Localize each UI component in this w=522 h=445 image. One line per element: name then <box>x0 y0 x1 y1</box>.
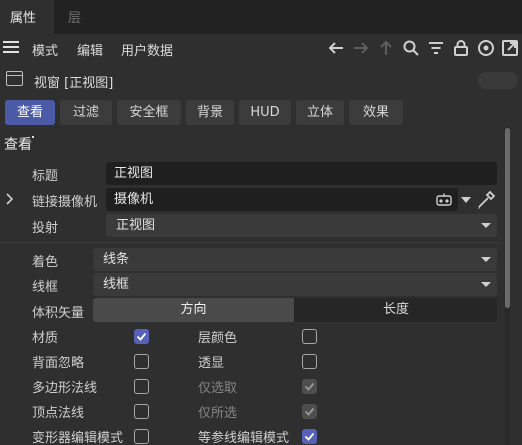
poly-normals-checkbox[interactable] <box>134 379 149 394</box>
volume-vector-length[interactable]: 长度 <box>295 298 497 322</box>
camera-link-value: 摄像机 <box>114 192 154 207</box>
xray-label: 透显 <box>198 356 225 371</box>
chevron-down-icon <box>481 257 491 262</box>
checkmark-icon <box>304 407 315 416</box>
volume-vector-direction[interactable]: 方向 <box>93 298 294 322</box>
wireframe-value: 线框 <box>103 277 130 292</box>
chevron-down-icon <box>481 282 491 287</box>
vertex-normals-label: 顶点法线 <box>32 406 85 421</box>
wireframe-label: 线框 <box>32 280 59 295</box>
projection-label: 投射 <box>32 221 59 236</box>
forward-arrow-icon[interactable] <box>352 39 370 57</box>
back-arrow-icon[interactable] <box>327 39 345 57</box>
tab-hud[interactable]: HUD <box>239 100 291 125</box>
vertex-normals-checkbox[interactable] <box>134 404 149 419</box>
title-field[interactable]: 正视图 <box>106 162 497 185</box>
projection-dropdown[interactable]: 正视图 <box>106 214 497 237</box>
tab-stereo[interactable]: 立体 <box>296 100 344 125</box>
camera-object-icon <box>436 193 452 206</box>
panel-tab-bar: 属性 层 <box>0 0 522 34</box>
menu-bar: 模式 编辑 用户数据 <box>0 34 522 62</box>
tab-background[interactable]: 背景 <box>186 100 234 125</box>
object-header: 视窗 [正视图] <box>0 66 522 94</box>
camera-label: 链接摄像机 <box>32 195 98 210</box>
camera-dropdown-icon[interactable] <box>461 197 471 203</box>
shading-label: 着色 <box>32 255 59 270</box>
only-selected-checkbox <box>302 379 317 394</box>
lock-icon[interactable] <box>452 39 470 57</box>
menu-user-data[interactable]: 用户数据 <box>121 40 173 59</box>
chevron-down-icon <box>481 223 491 228</box>
poly-normals-label: 多边形法线 <box>32 381 98 396</box>
checkmark-icon <box>304 432 315 441</box>
only-selected2-label: 仅所选 <box>198 406 238 421</box>
volume-vector-label: 体积矢量 <box>32 306 85 321</box>
only-selected-label: 仅选取 <box>198 381 238 396</box>
menu-edit[interactable]: 编辑 <box>77 40 103 59</box>
shading-value: 线条 <box>103 252 130 267</box>
deformer-edit-label: 变形器编辑模式 <box>32 431 124 445</box>
scrollbar-thumb[interactable] <box>505 128 510 308</box>
tab-effects[interactable]: 效果 <box>349 100 403 125</box>
expand-chevron-icon[interactable] <box>5 193 15 205</box>
checkmark-icon <box>136 332 147 341</box>
divider <box>0 242 500 243</box>
layer-color-label: 层颜色 <box>198 331 238 346</box>
title-label: 标题 <box>32 169 59 184</box>
filter-icon[interactable] <box>427 39 445 57</box>
shading-dropdown[interactable]: 线条 <box>93 248 497 271</box>
target-icon[interactable] <box>477 39 495 57</box>
isoparm-edit-checkbox[interactable] <box>302 429 317 444</box>
menu-icon[interactable] <box>3 41 19 54</box>
up-arrow-icon[interactable] <box>377 39 395 57</box>
object-title: 视窗 [正视图] <box>34 76 114 91</box>
wireframe-dropdown[interactable]: 线框 <box>93 273 497 296</box>
section-title: 查看 <box>4 134 34 154</box>
tab-view[interactable]: 查看 <box>5 100 55 125</box>
tab-attributes[interactable]: 属性 <box>0 0 54 34</box>
layer-color-checkbox[interactable] <box>302 329 317 344</box>
volume-vector-toggle: 方向 长度 <box>93 298 497 322</box>
backface-checkbox[interactable] <box>134 354 149 369</box>
header-toggle[interactable] <box>478 72 518 89</box>
only-selected2-checkbox <box>302 404 317 419</box>
material-checkbox[interactable] <box>134 329 149 344</box>
pick-object-icon[interactable] <box>476 189 497 210</box>
isoparm-edit-label: 等参线编辑模式 <box>198 431 290 445</box>
open-external-icon[interactable] <box>501 39 519 57</box>
backface-label: 背面忽略 <box>32 356 85 371</box>
tab-filter[interactable]: 过滤 <box>60 100 112 125</box>
viewport-icon <box>6 71 23 86</box>
deformer-edit-checkbox[interactable] <box>134 429 149 444</box>
checkmark-icon <box>304 382 315 391</box>
tab-safe-frame[interactable]: 安全框 <box>117 100 181 125</box>
xray-checkbox[interactable] <box>302 354 317 369</box>
camera-link-field[interactable]: 摄像机 <box>106 188 458 211</box>
projection-value: 正视图 <box>116 218 156 233</box>
tab-layers[interactable]: 层 <box>58 0 91 34</box>
menu-mode[interactable]: 模式 <box>32 40 58 59</box>
material-label: 材质 <box>32 331 59 346</box>
search-icon[interactable] <box>402 39 420 57</box>
